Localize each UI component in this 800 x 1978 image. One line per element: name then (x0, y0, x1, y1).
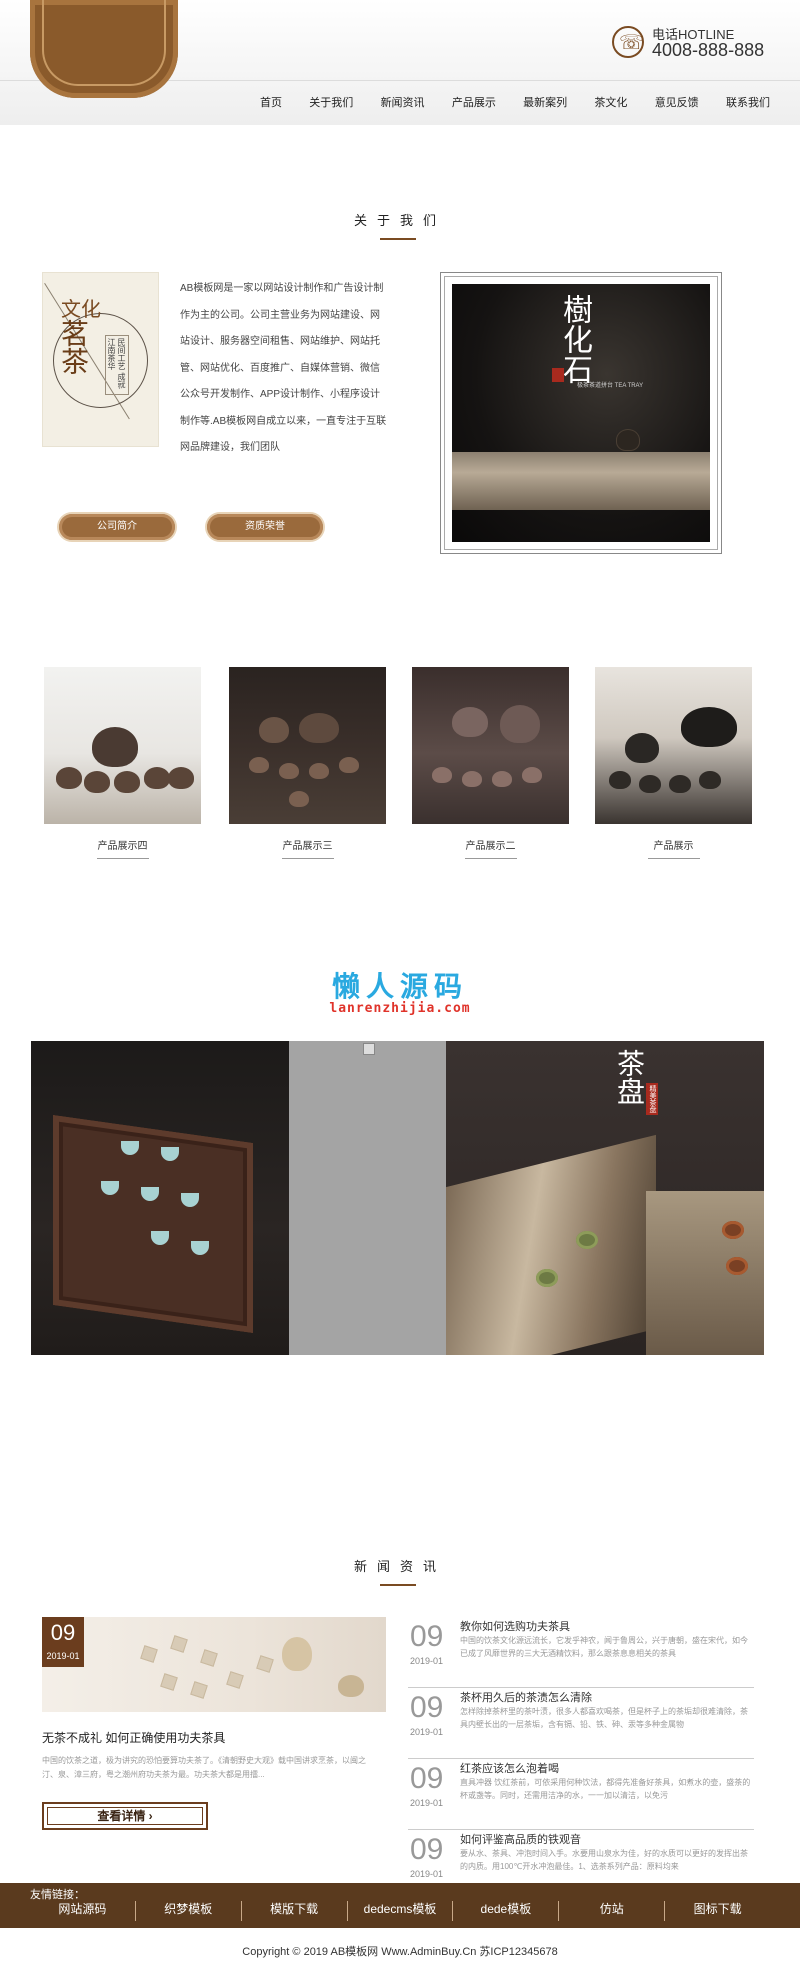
news-month: 2019-01 (410, 1798, 444, 1808)
news-title: 新闻资讯 (353, 1559, 446, 1574)
tea-culture-image: 文化 茗茶 民间工艺 成就江南茶华 (42, 272, 159, 447)
news-month: 2019-01 (410, 1727, 444, 1737)
product-label[interactable]: 产品展示四 (44, 837, 201, 852)
broken-image-icon (363, 1043, 375, 1055)
banner-slider[interactable]: 茶盘 精美茶盘 (31, 1041, 764, 1355)
product-card[interactable]: 产品展示四 (44, 667, 201, 859)
about-photo-frame: 樹化石 极茶茶道拼台 TEA TRAY (440, 272, 722, 554)
news-item[interactable]: 09 2019-01 茶杯用久后的茶渍怎么清除 怎样除掉茶杯里的茶叶渍，很多人都… (408, 1689, 754, 1759)
product-label-underline (464, 858, 517, 859)
nav-item-news[interactable]: 新闻资讯 (381, 94, 425, 112)
banner-image-tea-tray: 茶盘 精美茶盘 (446, 1041, 764, 1355)
date-badge-month: 2019-01 (46, 1651, 80, 1661)
copyright: Copyright © 2019 AB模板网 Www.AdminBuy.Cn 苏… (242, 1946, 558, 1958)
product-card[interactable]: 产品展示三 (229, 667, 386, 859)
tea-tray-photo: 樹化石 极茶茶道拼台 TEA TRAY (452, 284, 710, 542)
banner-seal: 精美茶盘 (646, 1083, 658, 1115)
red-seal (552, 368, 564, 382)
wood-tray-edge (646, 1191, 764, 1355)
company-intro-button[interactable]: 公司简介 (59, 514, 175, 540)
product-label[interactable]: 产品展示 (595, 837, 752, 852)
about-text: AB模板网是一家以网站设计制作和广告设计制作为主的公司。公司主营业务为网站建设、… (180, 283, 387, 453)
about-title: 关于我们 (353, 213, 446, 228)
watermark-url: lanrenzhijia.com (329, 1001, 471, 1016)
photo-subtitle: 极茶茶道拼台 TEA TRAY (577, 383, 644, 389)
product-image[interactable] (229, 667, 386, 824)
view-details-button[interactable]: 查看详情 › (42, 1802, 208, 1830)
news-day: 09 (410, 1833, 444, 1866)
view-details-label: 查看详情 (97, 1809, 146, 1823)
news-title[interactable]: 茶杯用久后的茶渍怎么清除 (460, 1689, 592, 1705)
friend-link[interactable]: 模版下载 (242, 1901, 348, 1921)
friend-link[interactable]: dede模板 (453, 1901, 560, 1921)
product-label-underline (96, 858, 149, 859)
banner-image-tea-set (31, 1041, 289, 1355)
tea-image-text-tea: 茗茶 (57, 319, 90, 375)
date-badge-day: 09 (50, 1620, 76, 1645)
news-feature-image[interactable]: 09 2019-01 (42, 1617, 386, 1712)
tea-image-text-culture: 文化 (61, 297, 101, 321)
friend-link[interactable]: 图标下载 (665, 1901, 770, 1921)
news-item[interactable]: 09 2019-01 红茶应该怎么泡着喝 直具冲器 饮红茶前，可依采用何种饮法，… (408, 1760, 754, 1830)
tea-image-text-craft: 民间工艺 成就江南茶华 (105, 335, 129, 395)
news-title[interactable]: 红茶应该怎么泡着喝 (460, 1760, 559, 1776)
product-label[interactable]: 产品展示三 (229, 837, 386, 852)
nav-item-home[interactable]: 首页 (260, 94, 282, 112)
product-label[interactable]: 产品展示二 (412, 837, 569, 852)
nav-item-feedback[interactable]: 意见反馈 (655, 94, 699, 112)
banner-title: 茶盘 (613, 1049, 646, 1105)
product-image[interactable] (595, 667, 752, 824)
news-month: 2019-01 (410, 1869, 444, 1879)
hotline: 电话HOTLINE 4008-888-888 (612, 22, 787, 66)
news-feature-desc: 中国的饮茶之道，极为讲究的恐怕要算功夫茶了。《清朝野史大观》载中国讲求烹茶，以闽… (42, 1756, 366, 1779)
news-feature-title[interactable]: 无茶不成礼 如何正确使用功夫茶具 (42, 1729, 225, 1746)
teapot (617, 430, 639, 450)
news-item[interactable]: 09 2019-01 教你如何选购功夫茶具 中国的饮茶文化源远流长，它发乎神农，… (408, 1618, 754, 1688)
friend-links: 网站源码 织梦模板 模版下载 dedecms模板 dede模板 仿站 图标下载 (30, 1901, 770, 1921)
news-day: 09 (410, 1762, 444, 1795)
news-day: 09 (410, 1620, 444, 1653)
watermark-title: 懒人源码 (331, 970, 468, 1003)
tea-tray (53, 1114, 253, 1334)
friend-link[interactable]: 网站源码 (30, 1901, 136, 1921)
wood-table (452, 452, 710, 510)
nav-item-cases[interactable]: 最新案列 (523, 94, 567, 112)
nav-item-contact[interactable]: 联系我们 (726, 94, 770, 112)
news-desc: 怎样除掉茶杯里的茶叶渍，很多人都喜欢喝茶，但是杯子上的茶垢却很难清除，茶具内壁长… (460, 1707, 748, 1729)
news-title-underline (380, 1584, 416, 1586)
friend-links-bar: 友情链接： 网站源码 织梦模板 模版下载 dedecms模板 dede模板 仿站… (0, 1883, 800, 1928)
news-day: 09 (410, 1691, 444, 1724)
hotline-number: 4008-888-888 (652, 40, 765, 60)
product-card[interactable]: 产品展示 (595, 667, 752, 859)
about-title-underline (380, 238, 416, 240)
product-image[interactable] (44, 667, 201, 824)
product-image[interactable] (412, 667, 569, 824)
honors-button[interactable]: 资质荣誉 (207, 514, 323, 540)
product-label-underline (281, 858, 334, 859)
friend-link[interactable]: 仿站 (559, 1901, 666, 1921)
banner-image-placeholder (289, 1041, 446, 1355)
news-desc: 中国的饮茶文化源远流长，它发乎神农，闻于鲁周公，兴于唐朝，盛在宋代，如今已成了风… (460, 1636, 748, 1658)
friend-links-label: 友情链接： (30, 1889, 85, 1901)
phone-icon (612, 26, 644, 58)
product-card[interactable]: 产品展示二 (412, 667, 569, 859)
nav-item-about[interactable]: 关于我们 (309, 94, 353, 112)
wood-tray (446, 1134, 656, 1355)
nav-item-products[interactable]: 产品展示 (452, 94, 496, 112)
product-label-underline (647, 858, 700, 859)
site-header: 电话HOTLINE 4008-888-888 首页 关于我们 新闻资讯 产品展示… (0, 0, 800, 125)
news-title[interactable]: 教你如何选购功夫茶具 (460, 1618, 570, 1634)
main-nav: 首页 关于我们 新闻资讯 产品展示 最新案列 茶文化 意见反馈 联系我们 (260, 94, 770, 112)
friend-link[interactable]: 织梦模板 (136, 1901, 242, 1921)
logo-badge[interactable] (30, 0, 178, 98)
friend-link[interactable]: dedecms模板 (348, 1901, 454, 1921)
nav-item-tea-culture[interactable]: 茶文化 (594, 94, 627, 112)
date-badge: 09 2019-01 (42, 1617, 84, 1667)
news-title[interactable]: 如何评鉴高品质的铁观音 (460, 1831, 581, 1847)
news-desc: 要从水、茶具、冲泡时间入手。水要用山泉水为佳，好的水质可以更好的发挥出茶的内质。… (460, 1849, 748, 1871)
news-month: 2019-01 (410, 1656, 444, 1666)
news-desc: 直具冲器 饮红茶前，可依采用何种饮法，都得先准备好茶具，如煮水的壶，盛茶的杯或盏… (460, 1778, 751, 1800)
